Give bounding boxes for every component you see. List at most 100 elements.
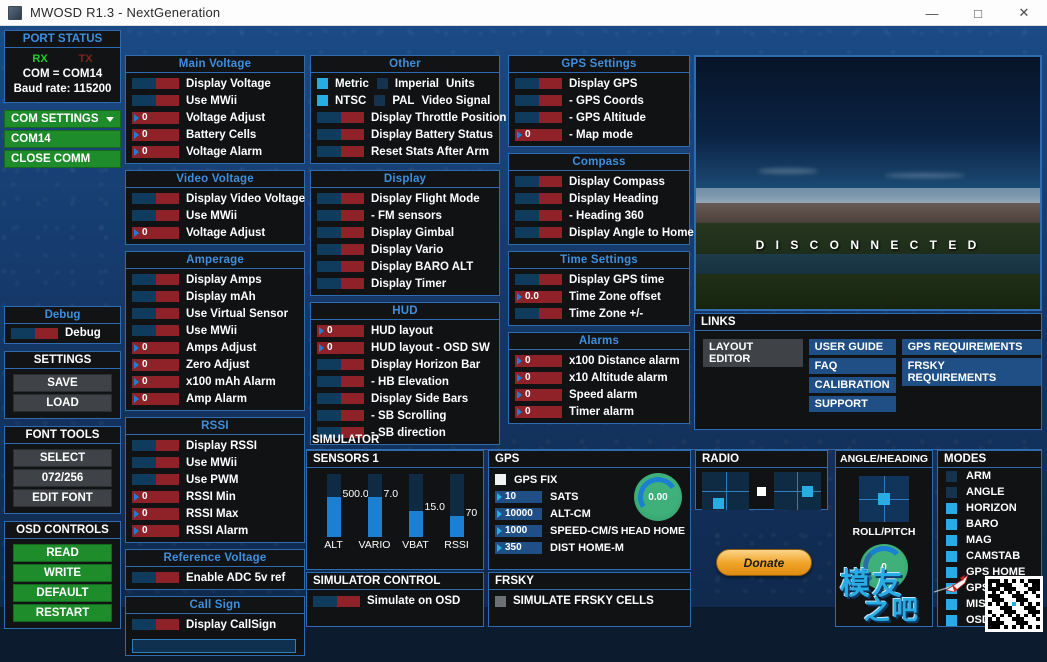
gps-spinner[interactable]: 10 <box>495 490 542 503</box>
option-row[interactable]: - SB Scrolling <box>311 407 499 424</box>
option-toggle[interactable] <box>132 308 179 319</box>
option-row[interactable]: Time Zone +/- <box>509 305 689 322</box>
slider-track[interactable]: 15.0 <box>408 474 445 537</box>
option-row[interactable]: 0 Amps Adjust <box>126 339 304 356</box>
numeric-spinner[interactable]: 0 <box>132 507 179 520</box>
link-button[interactable]: LAYOUT EDITOR <box>703 339 803 367</box>
option-row[interactable]: 0 Speed alarm <box>509 386 689 403</box>
mode-row[interactable]: ANGLE <box>938 484 1041 500</box>
option-row[interactable]: Display Video Voltage <box>126 190 305 207</box>
numeric-spinner[interactable]: 0 <box>317 341 364 354</box>
option-row[interactable]: Display CallSign <box>126 616 304 633</box>
link-button[interactable]: FRSKY REQUIREMENTS <box>901 358 1041 386</box>
imperial-checkbox[interactable] <box>376 78 388 89</box>
slider-track[interactable]: 500.0 <box>326 474 369 537</box>
mode-checkbox[interactable] <box>946 614 957 626</box>
close-comm-button[interactable]: CLOSE COMM <box>4 150 121 168</box>
left-stick[interactable] <box>702 472 750 510</box>
close-button[interactable]: ✕ <box>1001 0 1047 26</box>
option-toggle[interactable] <box>317 410 364 421</box>
frsky-cells-checkbox[interactable] <box>495 595 506 607</box>
option-row[interactable]: Display RSSI <box>126 437 304 454</box>
option-toggle[interactable] <box>132 619 179 630</box>
gps-spinner[interactable]: 350 <box>495 541 542 554</box>
option-row[interactable]: Display Angle to Home <box>509 224 694 241</box>
spinner-arrow-icon[interactable] <box>319 326 324 335</box>
spinner-arrow-icon[interactable] <box>497 509 502 518</box>
option-row[interactable]: Use PWM <box>126 471 304 488</box>
option-row[interactable]: Display Heading <box>509 190 689 207</box>
option-toggle[interactable] <box>317 193 364 204</box>
option-row[interactable]: 0 RSSI Min <box>126 488 304 505</box>
option-toggle[interactable] <box>317 244 364 255</box>
option-row[interactable]: Use MWii <box>126 454 304 471</box>
load-button[interactable]: LOAD <box>13 394 112 412</box>
slider-track[interactable]: 70 <box>449 474 477 537</box>
mode-checkbox[interactable] <box>946 486 957 498</box>
left-stick-knob[interactable] <box>713 497 725 509</box>
spinner-arrow-icon[interactable] <box>517 407 522 416</box>
option-toggle[interactable] <box>132 325 179 336</box>
option-row[interactable]: Display Flight Mode <box>311 190 499 207</box>
option-row[interactable]: Display Side Bars <box>311 390 499 407</box>
spinner-arrow-icon[interactable] <box>497 543 502 552</box>
video-signal-row[interactable]: NTSC PAL Video Signal <box>311 92 499 109</box>
mode-row[interactable]: HORIZON <box>938 500 1041 516</box>
option-toggle[interactable] <box>132 572 179 583</box>
numeric-spinner[interactable]: 0 <box>132 358 179 371</box>
mode-checkbox[interactable] <box>946 598 957 610</box>
gps-spinner[interactable]: 1000 <box>495 524 542 537</box>
sensor-slider[interactable]: 70 RSSI <box>440 474 477 552</box>
metric-checkbox[interactable] <box>317 78 328 89</box>
option-row[interactable]: Display Horizon Bar <box>311 356 499 373</box>
com-port-select[interactable]: COM14 <box>4 130 121 148</box>
option-toggle[interactable] <box>132 274 179 285</box>
save-button[interactable]: SAVE <box>13 374 112 392</box>
frsky-cells-row[interactable]: SIMULATE FRSKY CELLS <box>489 590 690 612</box>
option-row[interactable]: Display Timer <box>311 275 499 292</box>
pal-checkbox[interactable] <box>374 95 386 106</box>
option-toggle[interactable] <box>317 129 364 140</box>
option-row[interactable]: 0 Battery Cells <box>126 126 304 143</box>
spinner-arrow-icon[interactable] <box>517 130 522 139</box>
option-toggle[interactable] <box>317 146 364 157</box>
option-row[interactable]: Use Virtual Sensor <box>126 305 304 322</box>
default-button[interactable]: DEFAULT <box>13 584 112 602</box>
head-home-dial[interactable]: 0.00 <box>634 473 682 521</box>
sensor-slider[interactable]: 500.0 ALT <box>317 474 369 552</box>
mode-row[interactable]: ARM <box>938 468 1041 484</box>
spinner-arrow-icon[interactable] <box>134 360 139 369</box>
option-row[interactable]: - FM sensors <box>311 207 499 224</box>
maximize-button[interactable]: □ <box>955 0 1001 26</box>
option-toggle[interactable] <box>515 308 562 319</box>
spinner-arrow-icon[interactable] <box>134 228 139 237</box>
option-row[interactable]: 0 HUD layout <box>311 322 499 339</box>
option-row[interactable]: Use MWii <box>126 92 304 109</box>
mode-checkbox[interactable] <box>946 534 957 546</box>
option-row[interactable]: Display mAh <box>126 288 304 305</box>
spinner-arrow-icon[interactable] <box>319 343 324 352</box>
option-row[interactable]: 0 Voltage Alarm <box>126 143 304 160</box>
video-preview[interactable]: D I S C O N N E C T E D <box>694 55 1042 311</box>
numeric-spinner[interactable]: 0 <box>132 111 179 124</box>
option-toggle[interactable] <box>132 440 179 451</box>
numeric-spinner[interactable]: 0.0 <box>515 290 562 303</box>
com-settings-dropdown[interactable]: COM SETTINGS <box>4 110 121 128</box>
spinner-arrow-icon[interactable] <box>517 373 522 382</box>
numeric-spinner[interactable]: 0 <box>515 405 562 418</box>
option-row[interactable]: 0 Timer alarm <box>509 403 689 420</box>
numeric-spinner[interactable]: 0 <box>132 341 179 354</box>
minimize-button[interactable]: — <box>909 0 955 26</box>
numeric-spinner[interactable]: 0 <box>132 524 179 537</box>
option-row[interactable]: - GPS Coords <box>509 92 689 109</box>
right-stick[interactable] <box>773 472 821 510</box>
numeric-spinner[interactable]: 0 <box>132 128 179 141</box>
option-row[interactable]: 0.0 Time Zone offset <box>509 288 689 305</box>
edit-font-button[interactable]: EDIT FONT <box>13 489 112 507</box>
font-counter[interactable]: 072/256 <box>13 469 112 487</box>
option-row[interactable]: 0 Voltage Adjust <box>126 109 304 126</box>
mode-row[interactable]: BARO <box>938 516 1041 532</box>
mode-row[interactable]: CAMSTAB <box>938 548 1041 564</box>
spinner-arrow-icon[interactable] <box>134 526 139 535</box>
right-stick-knob[interactable] <box>802 485 814 497</box>
